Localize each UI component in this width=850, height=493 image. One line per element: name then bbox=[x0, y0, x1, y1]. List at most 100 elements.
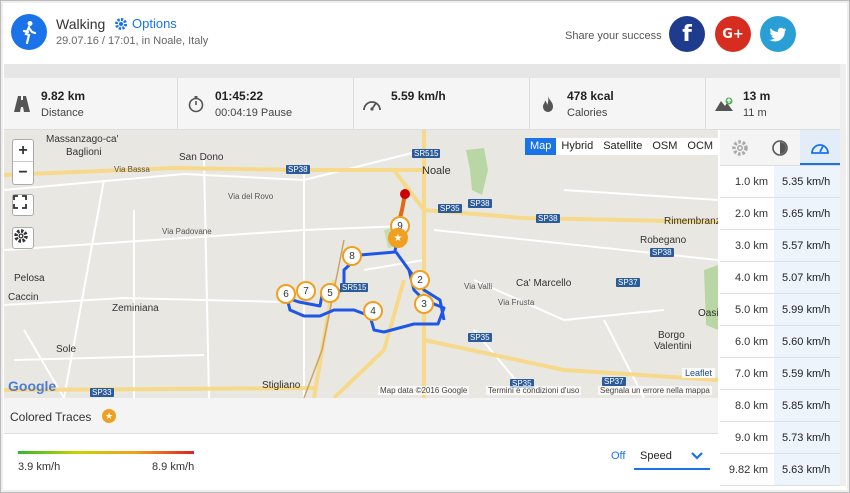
split-distance: 5.0 km bbox=[734, 303, 768, 316]
map-label-massanzago: Massanzago-ca' bbox=[46, 134, 119, 145]
road-shield-sp38-d: SP38 bbox=[650, 248, 674, 257]
route-pin-7[interactable]: 7 bbox=[296, 281, 316, 301]
zoom-out-button[interactable]: − bbox=[13, 162, 33, 184]
terms-link[interactable]: Termini e condizioni d'uso bbox=[486, 386, 582, 395]
twitter-bird-icon bbox=[769, 27, 786, 41]
stat-calories-value: 478 kcal bbox=[567, 89, 614, 103]
activity-title: Walking bbox=[56, 16, 106, 32]
facebook-share-button[interactable]: f bbox=[669, 16, 705, 52]
stat-duration-value: 01:45:22 bbox=[215, 89, 264, 103]
zoom-control: + − bbox=[12, 139, 34, 185]
speed-gradient-bar bbox=[18, 451, 194, 454]
pie-timer-icon bbox=[772, 139, 788, 156]
gear-icon bbox=[115, 17, 127, 30]
layer-map-button[interactable]: Map bbox=[525, 138, 557, 155]
traces-off-button[interactable]: Off bbox=[611, 450, 625, 462]
tab-duration[interactable] bbox=[760, 130, 800, 165]
options-link[interactable]: Options bbox=[114, 16, 177, 31]
walking-icon bbox=[11, 14, 47, 50]
start-star-pin[interactable]: ★ bbox=[388, 228, 408, 248]
google-logo: Google bbox=[8, 378, 57, 394]
map-label-caccin: Caccin bbox=[8, 292, 39, 303]
table-row: 9.82 km 5.63 km/h bbox=[720, 454, 840, 486]
options-label: Options bbox=[132, 16, 177, 31]
map-label-oasi: Oasi bbox=[698, 308, 718, 319]
split-speed: 5.73 km/h bbox=[774, 422, 840, 453]
googleplus-share-button[interactable]: G+ bbox=[715, 16, 751, 52]
split-speed: 5.59 km/h bbox=[774, 358, 840, 389]
map-settings-button[interactable] bbox=[12, 227, 34, 249]
tab-speed[interactable] bbox=[800, 130, 840, 165]
street-label-via-frusta: Via Frusta bbox=[498, 298, 535, 307]
split-speed: 5.63 km/h bbox=[774, 454, 840, 485]
report-error-link[interactable]: Segnala un errore nella mappa bbox=[598, 386, 712, 395]
map-label-san-dono: San Dono bbox=[179, 152, 224, 163]
stat-elevation: 13 m 11 m bbox=[706, 78, 840, 130]
road-shield-sp37: SP37 bbox=[616, 278, 640, 287]
map-layer-switcher: Map Hybrid Satellite OSM OCM bbox=[525, 138, 718, 155]
tab-settings[interactable] bbox=[720, 130, 760, 165]
chevron-down-icon bbox=[691, 452, 703, 460]
zoom-in-button[interactable]: + bbox=[13, 140, 33, 162]
split-speed: 5.85 km/h bbox=[774, 390, 840, 421]
fullscreen-icon bbox=[13, 195, 27, 209]
stat-pause-value: 00:04:19 Pause bbox=[215, 107, 293, 119]
stats-row: 9.82 km Distance 01:45:22 00:04:19 Pause… bbox=[4, 78, 840, 130]
split-distance: 2.0 km bbox=[734, 207, 768, 220]
layer-ocm-button[interactable]: OCM bbox=[682, 138, 718, 155]
scrollbar[interactable] bbox=[840, 64, 846, 486]
street-label-via-del-rovo: Via del Rovo bbox=[228, 192, 274, 201]
table-row: 5.0 km 5.99 km/h bbox=[720, 294, 840, 326]
map-label-zeminiana: Zeminiana bbox=[112, 303, 159, 314]
traces-metric-select[interactable]: Speed bbox=[634, 444, 710, 470]
table-row: 7.0 km 5.59 km/h bbox=[720, 358, 840, 390]
leaflet-link[interactable]: Leaflet bbox=[682, 368, 716, 378]
table-row: 3.0 km 5.57 km/h bbox=[720, 230, 840, 262]
route-map[interactable]: Massanzago-ca' Baglioni San Dono Noale R… bbox=[4, 130, 718, 398]
activity-subtitle: 29.07.16 / 17:01, in Noale, Italy bbox=[56, 35, 209, 47]
split-speed: 5.57 km/h bbox=[774, 230, 840, 261]
route-pin-5[interactable]: 5 bbox=[320, 283, 340, 303]
layer-osm-button[interactable]: OSM bbox=[647, 138, 682, 155]
road-shield-sp35-b: SP35 bbox=[468, 333, 492, 342]
route-pin-3[interactable]: 3 bbox=[414, 294, 434, 314]
road-shield-sp38-b: SP38 bbox=[468, 199, 492, 208]
split-speed: 5.60 km/h bbox=[774, 326, 840, 357]
map-label-stigliano: Stigliano bbox=[262, 380, 301, 391]
stat-elevation-loss: 11 m bbox=[743, 107, 767, 119]
stat-calories: 478 kcal Calories bbox=[530, 78, 706, 130]
map-label-valentini: Valentini bbox=[654, 341, 692, 352]
fullscreen-button[interactable] bbox=[12, 194, 34, 216]
header: Walking Options 29.07.16 / 17:01, in Noa… bbox=[4, 4, 840, 64]
road-shield-sp38: SP38 bbox=[286, 165, 310, 174]
table-row: 4.0 km 5.07 km/h bbox=[720, 262, 840, 294]
split-distance: 9.82 km bbox=[728, 463, 768, 476]
stat-elevation-gain: 13 m bbox=[743, 89, 771, 103]
twitter-share-button[interactable] bbox=[760, 16, 796, 52]
speedometer-icon bbox=[362, 94, 382, 114]
road-shield-sp37-b: SP37 bbox=[602, 377, 626, 386]
traces-metric-value: Speed bbox=[640, 450, 672, 462]
stat-speed-value: 5.59 km/h bbox=[391, 89, 446, 103]
splits-table: 1.0 km 5.35 km/h 2.0 km 5.65 km/h 3.0 km 5.57… bbox=[720, 130, 840, 486]
stat-duration: 01:45:22 00:04:19 Pause bbox=[178, 78, 354, 130]
split-distance: 1.0 km bbox=[734, 175, 768, 188]
map-label-baglioni: Baglioni bbox=[66, 147, 102, 158]
route-pin-2[interactable]: 2 bbox=[410, 270, 430, 290]
route-pin-4[interactable]: 4 bbox=[363, 301, 383, 321]
road-icon bbox=[12, 94, 32, 114]
route-pin-8[interactable]: 8 bbox=[342, 246, 362, 266]
stat-distance: 9.82 km Distance bbox=[4, 78, 178, 130]
street-label-via-valli: Via Valli bbox=[464, 282, 493, 291]
table-row: 8.0 km 5.85 km/h bbox=[720, 390, 840, 422]
layer-satellite-button[interactable]: Satellite bbox=[598, 138, 647, 155]
route-pin-6[interactable]: 6 bbox=[276, 284, 296, 304]
stopwatch-icon bbox=[186, 94, 206, 114]
colored-traces-label: Colored Traces bbox=[10, 410, 92, 424]
speed-max-label: 8.9 km/h bbox=[152, 461, 195, 473]
split-distance: 6.0 km bbox=[734, 335, 768, 348]
layer-hybrid-button[interactable]: Hybrid bbox=[556, 138, 598, 155]
stat-calories-label: Calories bbox=[567, 107, 608, 119]
split-distance: 4.0 km bbox=[734, 271, 768, 284]
flame-icon bbox=[538, 94, 558, 114]
